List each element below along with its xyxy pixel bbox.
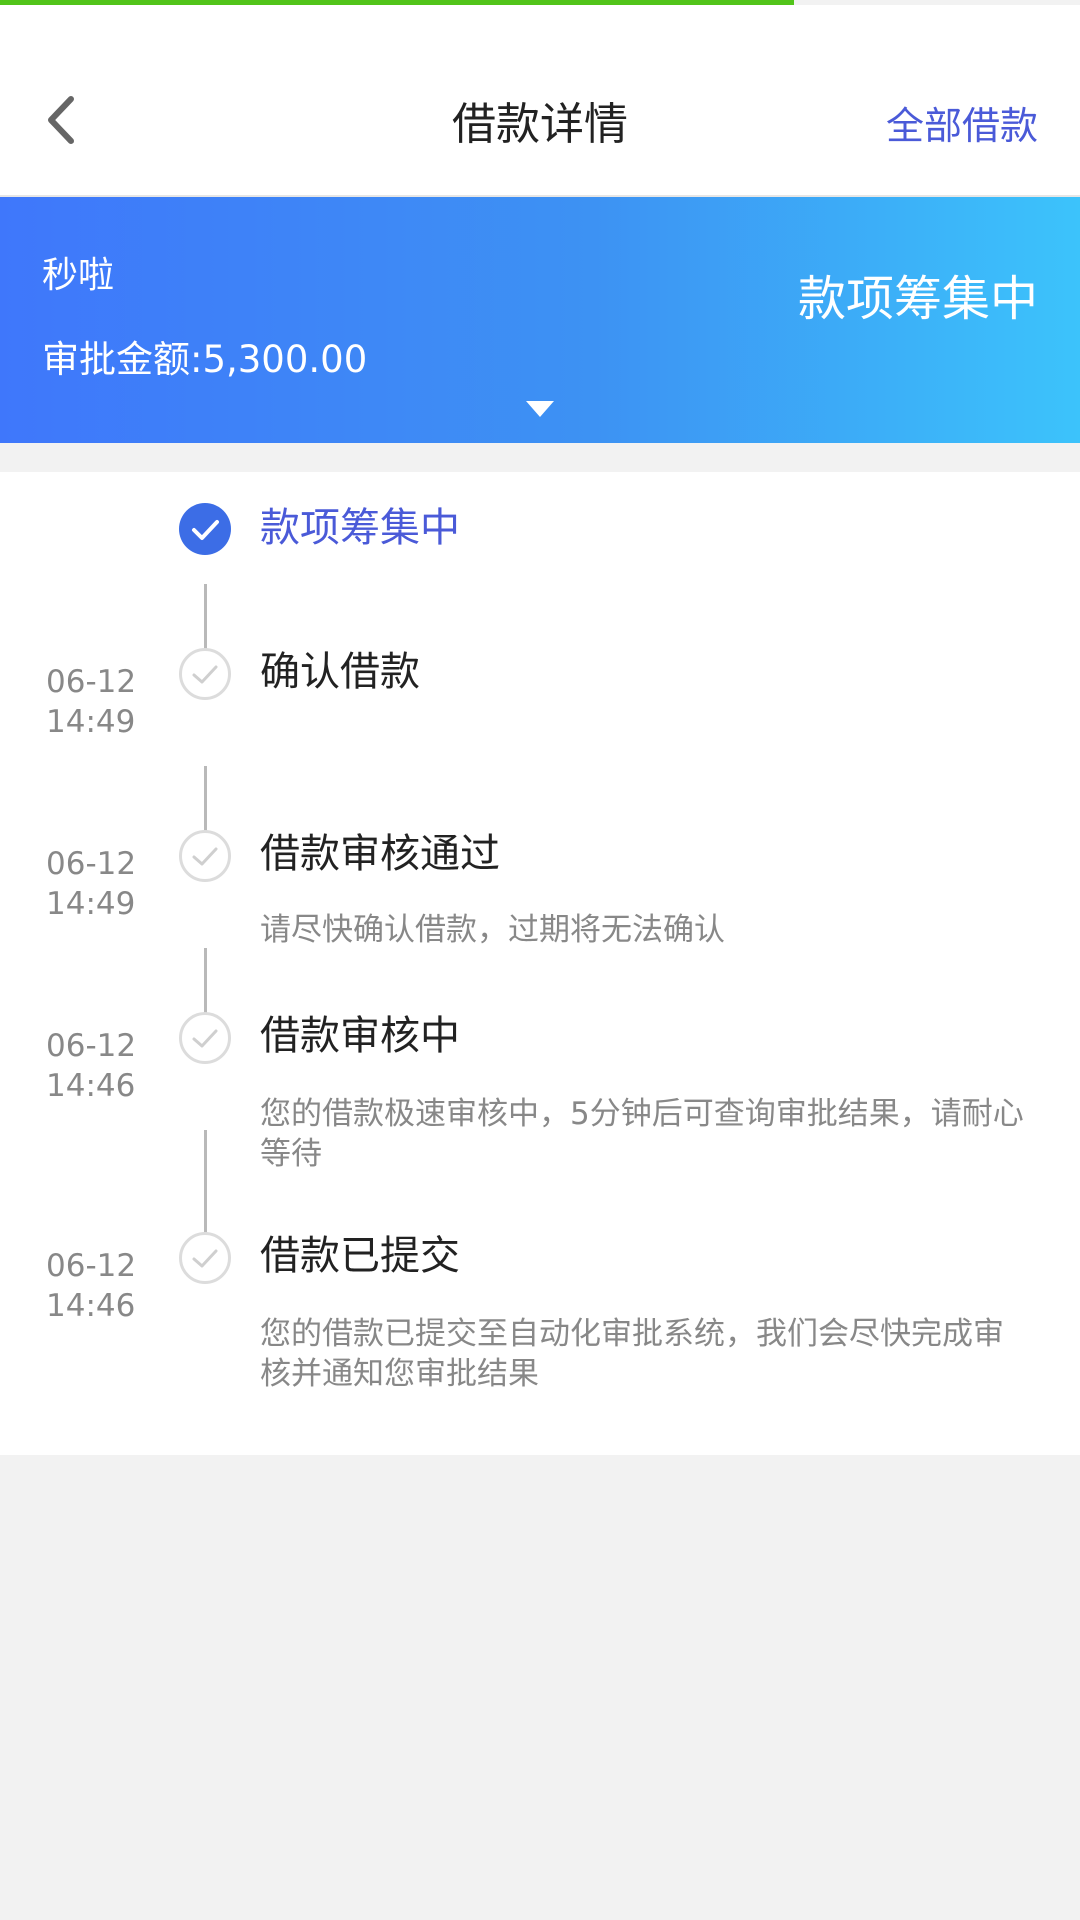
loan-status-text: 款项筹集中 xyxy=(797,271,1038,327)
timeline-step-date: 06-12 xyxy=(46,846,137,882)
timeline-step-time: 14:46 xyxy=(46,1068,136,1104)
timeline-connector xyxy=(204,766,207,838)
check-circle-outline-icon xyxy=(179,830,231,882)
all-loans-link[interactable]: 全部借款 xyxy=(886,99,1038,153)
check-circle-outline-icon xyxy=(179,1012,231,1064)
timeline-step-date: 06-12 xyxy=(46,664,137,700)
timeline-step-title: 借款已提交 xyxy=(260,1233,460,1279)
timeline-step-date: 06-12 xyxy=(46,1028,137,1064)
timeline-step-timestamp: 06-12 14:49 xyxy=(46,844,166,924)
timeline-step-title: 款项筹集中 xyxy=(260,505,460,551)
caret-down-icon[interactable] xyxy=(525,399,555,419)
timeline-step-description: 您的借款极速审核中，5分钟后可查询审批结果，请耐心等待 xyxy=(260,1096,1024,1172)
timeline-step-title: 借款审核通过 xyxy=(260,831,500,877)
app-header: 借款详情 全部借款 xyxy=(0,5,1080,197)
timeline-step-timestamp: 06-12 14:49 xyxy=(46,662,166,742)
timeline-step-date: 06-12 xyxy=(46,1248,137,1284)
timeline-step-title: 确认借款 xyxy=(260,649,420,695)
approval-amount-value: 5,300.00 xyxy=(202,338,368,381)
timeline-step-description: 您的借款已提交至自动化审批系统，我们会尽快完成审核并通知您审批结果 xyxy=(260,1316,1004,1392)
timeline-step-description: 请尽快确认借款，过期将无法确认 xyxy=(260,912,725,948)
loan-summary-banner: 秒啦 审批金额:5,300.00 款项筹集中 xyxy=(0,197,1080,443)
timeline-step-time: 14:49 xyxy=(46,886,136,922)
timeline-step-title: 借款审核中 xyxy=(260,1013,460,1059)
timeline-step-timestamp: 06-12 14:46 xyxy=(46,1246,166,1326)
check-circle-outline-icon xyxy=(179,1232,231,1284)
approval-amount-row: 审批金额:5,300.00 xyxy=(42,335,367,385)
timeline-connector xyxy=(204,1130,207,1240)
timeline-connector xyxy=(204,584,207,656)
check-circle-outline-icon xyxy=(179,648,231,700)
approval-amount-label: 审批金额: xyxy=(42,338,203,381)
loan-timeline: 款项筹集中 06-12 14:49 确认借款 06-12 14:49 借款审核通… xyxy=(0,472,1080,1455)
check-circle-filled-icon xyxy=(179,503,231,555)
timeline-step-time: 14:49 xyxy=(46,704,136,740)
timeline-connector xyxy=(204,948,207,1020)
timeline-step-time: 14:46 xyxy=(46,1288,136,1324)
timeline-step-timestamp: 06-12 14:46 xyxy=(46,1026,166,1106)
lender-name: 秒啦 xyxy=(42,255,115,296)
